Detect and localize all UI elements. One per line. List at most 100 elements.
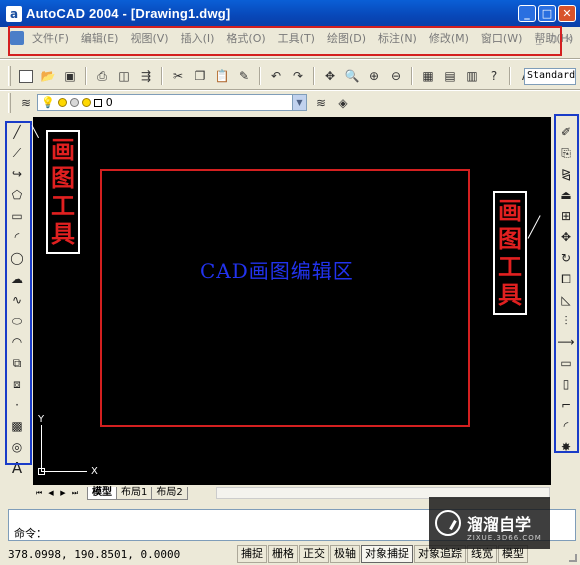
ellipse-icon[interactable]: ⬭ <box>8 312 26 330</box>
last-tab-icon[interactable]: ⏭ <box>69 487 81 499</box>
hatch-icon[interactable]: ▩ <box>8 417 26 435</box>
line-icon[interactable]: ╱ <box>8 123 26 141</box>
mirror-icon[interactable]: ⧎ <box>557 165 575 183</box>
zoom-window-icon[interactable]: ⊕ <box>364 66 384 86</box>
tab-layout2[interactable]: 布局2 <box>151 486 188 500</box>
pan-icon[interactable]: ✥ <box>320 66 340 86</box>
menu-tools[interactable]: 工具(T) <box>272 30 321 46</box>
rotate-icon[interactable]: ↻ <box>557 249 575 267</box>
arc-icon[interactable]: ◜ <box>8 228 26 246</box>
toolbar-grip[interactable] <box>8 92 11 113</box>
zoom-previous-icon[interactable]: ⊖ <box>386 66 406 86</box>
maximize-button[interactable]: □ <box>538 5 556 22</box>
draw-toolbar: ╱ ⟋ ↪ ⬠ ▭ ◜ ◯ ☁ ∿ ⬭ ◠ ⧉ ⧈ · ▩ ◎ A <box>5 122 29 479</box>
break-at-point-icon[interactable]: ▯ <box>557 375 575 393</box>
design-center-icon[interactable]: ▤ <box>440 66 460 86</box>
move-icon[interactable]: ✥ <box>557 228 575 246</box>
properties-icon[interactable]: ▦ <box>418 66 438 86</box>
tab-layout1[interactable]: 布局1 <box>116 486 153 500</box>
menu-dimension[interactable]: 标注(N) <box>372 30 423 46</box>
menu-format[interactable]: 格式(O) <box>220 30 271 46</box>
doc-restore-button[interactable]: ▫ <box>550 32 557 45</box>
make-object-layer-current-icon[interactable]: ≋ <box>311 93 331 113</box>
polyline-icon[interactable]: ↪ <box>8 165 26 183</box>
print-icon[interactable]: ⎙ <box>92 66 112 86</box>
minimize-button[interactable]: _ <box>518 5 536 22</box>
first-tab-icon[interactable]: ⏮ <box>33 487 45 499</box>
menu-modify[interactable]: 修改(M) <box>423 30 475 46</box>
make-block-icon[interactable]: ⧈ <box>8 375 26 393</box>
copy-icon[interactable]: ❐ <box>190 66 210 86</box>
current-layer-name: 0 <box>105 96 113 109</box>
spline-icon[interactable]: ∿ <box>8 291 26 309</box>
offset-icon[interactable]: ⏏ <box>557 186 575 204</box>
layer-manager-icon[interactable]: ≋ <box>16 93 36 113</box>
next-tab-icon[interactable]: ▶ <box>57 487 69 499</box>
toggle-grid[interactable]: 栅格 <box>268 545 298 563</box>
match-properties-icon[interactable]: ✎ <box>234 66 254 86</box>
layer-previous-icon[interactable]: ◈ <box>333 93 353 113</box>
publish-icon[interactable]: ⇶ <box>136 66 156 86</box>
polygon-icon[interactable]: ⬠ <box>8 186 26 204</box>
break-icon[interactable]: ▭ <box>557 354 575 372</box>
toolbar-grip[interactable] <box>8 66 11 86</box>
menu-file[interactable]: 文件(F) <box>26 30 75 46</box>
revision-cloud-icon[interactable]: ☁ <box>8 270 26 288</box>
zoom-realtime-icon[interactable]: 🔍 <box>342 66 362 86</box>
array-icon[interactable]: ⊞ <box>557 207 575 225</box>
close-button[interactable]: ✕ <box>558 5 576 22</box>
cut-icon[interactable]: ✂ <box>168 66 188 86</box>
right-annotation-label: 画图工具 <box>493 191 527 315</box>
standard-toolbar: 📂 ▣ ⎙ ◫ ⇶ ✂ ❐ 📋 ✎ ↶ ↷ ✥ 🔍 ⊕ ⊖ ▦ ▤ ▥ ? A <box>0 62 580 90</box>
open-icon[interactable]: 📂 <box>38 66 58 86</box>
tool-palettes-icon[interactable]: ▥ <box>462 66 482 86</box>
menu-window[interactable]: 窗口(W) <box>475 30 528 46</box>
erase-icon[interactable]: ✐ <box>557 123 575 141</box>
trim-icon[interactable]: ⫶ <box>557 312 575 330</box>
watermark-logo-icon <box>435 510 461 536</box>
insert-block-icon[interactable]: ⧉ <box>8 354 26 372</box>
circle-icon[interactable]: ◯ <box>8 249 26 267</box>
tab-model[interactable]: 模型 <box>87 486 117 500</box>
toggle-ortho[interactable]: 正交 <box>299 545 329 563</box>
multiline-text-icon[interactable]: A <box>8 459 26 477</box>
redo-icon[interactable]: ↷ <box>288 66 308 86</box>
preview-icon[interactable]: ◫ <box>114 66 134 86</box>
doc-close-button[interactable]: × <box>564 32 573 45</box>
document-icon[interactable] <box>10 31 24 45</box>
rectangle-icon[interactable]: ▭ <box>8 207 26 225</box>
scale-icon[interactable]: ⧠ <box>557 270 575 288</box>
region-icon[interactable]: ◎ <box>8 438 26 456</box>
doc-minimize-button[interactable]: _ <box>536 32 542 45</box>
toggle-osnap[interactable]: 对象捕捉 <box>361 545 413 563</box>
text-style-select[interactable]: Standard <box>524 68 576 85</box>
prev-tab-icon[interactable]: ◀ <box>45 487 57 499</box>
stretch-icon[interactable]: ◺ <box>557 291 575 309</box>
title-bar[interactable]: a AutoCAD 2004 - [Drawing1.dwg] _ □ ✕ <box>0 0 580 27</box>
ellipse-arc-icon[interactable]: ◠ <box>8 333 26 351</box>
copy-object-icon[interactable]: ⎘ <box>557 144 575 162</box>
paste-icon[interactable]: 📋 <box>212 66 232 86</box>
toggle-snap[interactable]: 捕捉 <box>237 545 267 563</box>
autocad-app-icon[interactable]: a <box>6 5 22 22</box>
explode-icon[interactable]: ✸ <box>557 438 575 456</box>
menu-insert[interactable]: 插入(I) <box>175 30 221 46</box>
point-icon[interactable]: · <box>8 396 26 414</box>
toggle-polar[interactable]: 极轴 <box>330 545 360 563</box>
help-icon[interactable]: ? <box>484 66 504 86</box>
layer-select[interactable]: 💡 0 ▼ <box>37 94 307 111</box>
extend-icon[interactable]: ⟶ <box>557 333 575 351</box>
coordinate-readout[interactable]: 378.0998, 190.8501, 0.0000 <box>0 548 237 561</box>
menu-draw[interactable]: 绘图(D) <box>321 30 372 46</box>
menu-edit[interactable]: 编辑(E) <box>75 30 125 46</box>
new-icon[interactable] <box>16 66 36 86</box>
fillet-icon[interactable]: ◜ <box>557 417 575 435</box>
chevron-down-icon[interactable]: ▼ <box>292 95 306 110</box>
watermark-subtext: ZIXUE.3D66.COM <box>467 534 542 542</box>
save-icon[interactable]: ▣ <box>60 66 80 86</box>
resize-grip[interactable] <box>569 554 577 562</box>
menu-view[interactable]: 视图(V) <box>124 30 174 46</box>
construction-line-icon[interactable]: ⟋ <box>8 144 26 162</box>
chamfer-icon[interactable]: ⌐ <box>557 396 575 414</box>
undo-icon[interactable]: ↶ <box>266 66 286 86</box>
